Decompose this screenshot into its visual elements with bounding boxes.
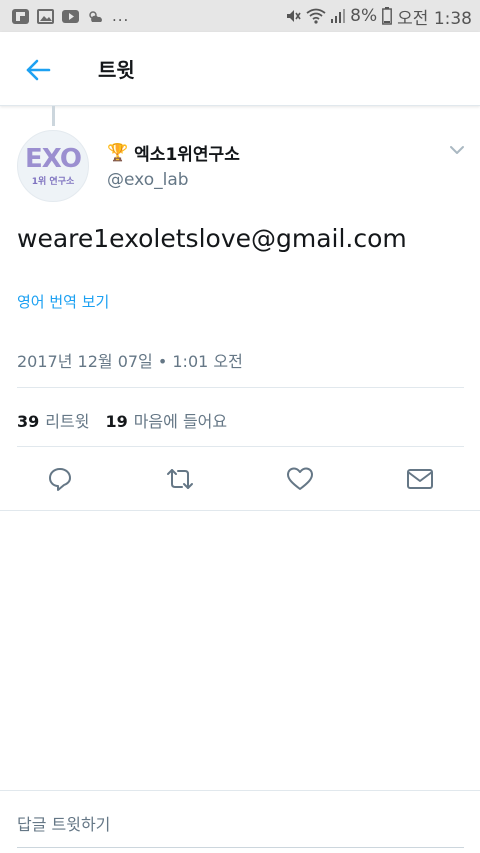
- status-notifications: ...: [12, 7, 129, 25]
- flipboard-icon: [12, 8, 29, 24]
- envelope-icon: [407, 469, 433, 489]
- author-display-name: 엑소1위연구소: [134, 145, 240, 165]
- like-button[interactable]: [285, 464, 315, 494]
- retweet-label[interactable]: 리트윗: [45, 408, 89, 432]
- back-button[interactable]: [22, 54, 54, 86]
- heart-icon: [287, 467, 313, 490]
- reply-icon: [49, 468, 71, 491]
- status-bar: ... 8% 오전 1:38: [0, 0, 480, 32]
- reply-composer-bar: 답글 트윗하기: [0, 790, 480, 853]
- direct-message-button[interactable]: [405, 464, 435, 494]
- tweet-text: weare1exoletslove@gmail.com: [17, 224, 407, 253]
- like-label[interactable]: 마음에 들어요: [134, 408, 227, 432]
- author-name-row[interactable]: 🏆 엑소1위연구소: [107, 140, 240, 166]
- youtube-icon: [62, 9, 79, 23]
- clock: 오전 1:38: [397, 8, 472, 29]
- top-app-bar: 트윗: [0, 32, 480, 106]
- avatar-sub-text: 1위 연구소: [31, 176, 75, 187]
- weather-icon: [89, 10, 102, 22]
- avatar[interactable]: EXO 1위 연구소: [17, 130, 89, 202]
- translate-tweet-link[interactable]: 영어 번역 보기: [17, 291, 109, 312]
- retweet-icon: [167, 469, 193, 489]
- author-handle[interactable]: @exo_lab: [107, 170, 189, 190]
- divider: [0, 510, 480, 511]
- image-icon: [37, 8, 54, 24]
- page-title: 트윗: [98, 58, 135, 82]
- reply-input-underline: [17, 847, 464, 848]
- tweet-timestamp: 2017년 12월 07일 • 1:01 오전: [17, 352, 243, 371]
- retweet-count[interactable]: 39: [17, 412, 39, 431]
- tweet-options-button[interactable]: [446, 140, 468, 160]
- tweet-stats: 39 리트윗 19 마음에 들어요: [17, 408, 243, 432]
- reply-input[interactable]: 답글 트윗하기: [17, 811, 110, 835]
- status-system: 8% 오전 1:38: [285, 4, 472, 29]
- divider: [17, 446, 464, 447]
- divider: [17, 387, 464, 388]
- battery-icon: [382, 7, 393, 25]
- back-arrow-icon: [26, 59, 51, 81]
- trophy-icon: 🏆: [107, 142, 129, 163]
- more-notifications: ...: [112, 7, 130, 25]
- signal-icon: [331, 9, 346, 23]
- retweet-button[interactable]: [165, 464, 195, 494]
- thread-connector-line: [52, 106, 55, 126]
- wifi-icon: [306, 8, 326, 24]
- mute-icon: [287, 10, 301, 22]
- chevron-down-icon: [450, 146, 464, 154]
- reply-button[interactable]: [45, 464, 75, 494]
- like-count[interactable]: 19: [105, 412, 127, 431]
- tweet-actions: [0, 458, 480, 502]
- battery-percent: 8%: [350, 6, 378, 26]
- avatar-logo-text: EXO: [25, 143, 82, 174]
